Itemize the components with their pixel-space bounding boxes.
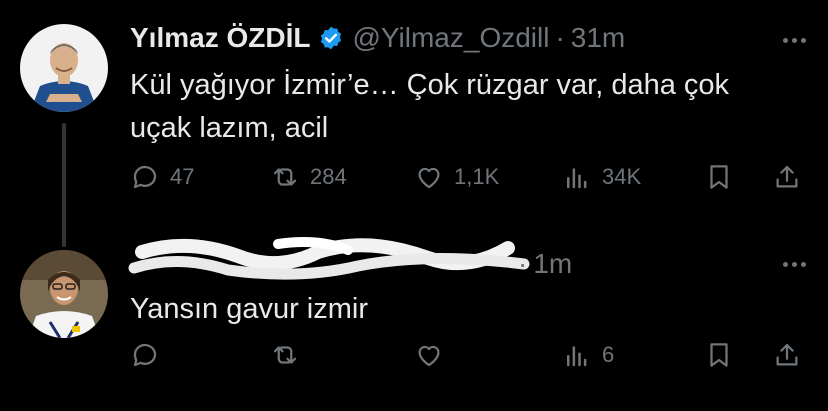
reply-icon xyxy=(133,165,157,189)
more-icon[interactable] xyxy=(783,262,806,267)
tweet-time[interactable]: 31m xyxy=(571,22,625,54)
like-count: 1,1K xyxy=(454,164,500,189)
tweet-text-line: Kül yağıyor İzmir’e… Çok rüzgar var, dah… xyxy=(130,69,730,101)
repost-icon xyxy=(273,346,297,364)
tweet-actions: 6 xyxy=(130,340,810,380)
reply-button[interactable]: 47 xyxy=(130,162,194,192)
like-icon xyxy=(418,167,440,189)
like-button[interactable] xyxy=(414,340,454,370)
tweet-text-line: uçak lazım, acil xyxy=(130,112,329,144)
reply-button[interactable] xyxy=(130,340,170,370)
repost-button[interactable]: 284 xyxy=(270,162,347,192)
bookmark-icon xyxy=(710,343,728,367)
thread-line xyxy=(62,123,66,247)
avatar[interactable] xyxy=(20,24,108,112)
repost-count: 284 xyxy=(310,164,347,189)
tweet-actions: 47 284 1,1K 34K xyxy=(130,162,810,202)
repost-icon xyxy=(273,168,297,186)
author-name[interactable]: Yılmaz ÖZDİL xyxy=(130,22,310,54)
verified-icon xyxy=(318,25,344,51)
tweet-main[interactable]: Yılmaz ÖZDİL @Yilmaz_Ozdill · 31m Kül ya… xyxy=(0,0,828,230)
bookmark-button[interactable] xyxy=(704,162,744,192)
views-icon xyxy=(567,168,587,189)
separator: · xyxy=(555,22,565,53)
views-button[interactable]: 6 xyxy=(562,340,614,370)
reply-count: 47 xyxy=(170,164,195,189)
views-button[interactable]: 34K xyxy=(562,162,641,192)
views-icon xyxy=(567,346,587,367)
like-button[interactable]: 1,1K xyxy=(414,162,499,192)
share-icon xyxy=(776,165,798,188)
bookmark-button[interactable] xyxy=(704,340,744,370)
more-icon[interactable] xyxy=(783,38,806,43)
repost-button[interactable] xyxy=(270,340,310,370)
reply-icon xyxy=(133,343,157,367)
author-handle[interactable]: @Yilmaz_Ozdill xyxy=(352,22,549,54)
tweet-time[interactable]: 1m xyxy=(533,248,572,280)
views-count: 34K xyxy=(602,164,642,189)
tweet-text-line: Yansın gavur izmir xyxy=(130,293,368,325)
bookmark-icon xyxy=(710,165,728,189)
redaction-scribble xyxy=(128,237,530,280)
tweet-text: Yansın gavur izmir xyxy=(130,288,790,331)
share-button[interactable] xyxy=(772,162,812,192)
avatar[interactable] xyxy=(20,250,108,338)
tweet-header: Yılmaz ÖZDİL @Yilmaz_Ozdill · 31m xyxy=(130,22,625,54)
share-button[interactable] xyxy=(772,340,812,370)
views-count: 6 xyxy=(602,342,615,367)
separator: · xyxy=(518,248,528,279)
like-icon xyxy=(418,345,440,367)
tweet-meta: · 1m xyxy=(512,248,572,280)
tweet-text: Kül yağıyor İzmir’e… Çok rüzgar var, dah… xyxy=(130,64,790,150)
share-icon xyxy=(776,343,798,366)
tweet-reply[interactable]: · 1m Yansın gavur izmir 6 xyxy=(0,230,828,411)
